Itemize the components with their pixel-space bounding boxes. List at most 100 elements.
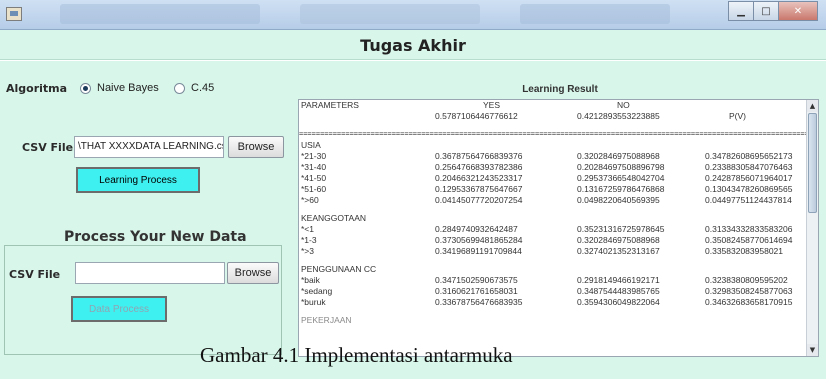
radio-c45-label: C.45 [191,82,215,94]
no-cell: 0.35231316725978645 [577,224,665,234]
yes-cell: 0.33678756476683935 [435,297,523,307]
truncated-group-text: PEKERJAAN [301,315,352,325]
pv-cell: 0.3238380809595202 [705,275,788,285]
result-row: *51-60 0.12953367875647667 0.1316725978647… [299,184,818,195]
pv-cell: 0.24287856071964017 [705,173,793,183]
group-name-row: KEANGGOTAAN [299,213,818,224]
no-cell: 0.0498220640569395 [577,195,660,205]
pv-cell: 0.13043478260869565 [705,184,793,194]
param-cell: *31-40 [301,162,327,172]
minimize-icon: ▁ [737,5,745,17]
algorithm-label: Algoritma [6,82,68,95]
new-data-browse-button[interactable]: Browse [227,262,279,284]
data-process-label: Data Process [88,303,150,315]
group-name: KEANGGOTAAN [301,213,367,223]
radio-naive-bayes[interactable]: Naive Bayes [80,82,159,94]
result-row: *41-50 0.20466321243523317 0.2953736654804… [299,173,818,184]
app-icon [6,7,22,21]
pv-cell: 0.31334332833583206 [705,224,793,234]
pv-cell: 0.32983508245877063 [705,286,793,296]
yes-cell: 0.3160621761658031 [435,286,518,296]
pv-cell: 0.04497751124437814 [705,195,792,205]
param-cell: *41-50 [301,173,327,183]
scroll-thumb[interactable] [808,113,817,213]
titlebar-blur [60,4,260,24]
param-cell: *21-30 [301,151,327,161]
yes-cell: 0.20466321243523317 [435,173,523,183]
close-icon: ✕ [793,5,803,17]
no-cell: 0.20284697508896798 [577,162,665,172]
learning-result-title: Learning Result [522,84,598,95]
result-row: *buruk 0.33678756476683935 0.3594306049822… [299,297,818,308]
result-row: *<1 0.2849740932642487 0.35231316725978645… [299,224,818,235]
new-data-section-title: Process Your New Data [64,229,247,245]
maximize-button[interactable]: □ [753,1,779,21]
prior-label: P(V) [729,111,746,121]
result-rows: PARAMETERS YES NO 0.5787106446776612 0.4… [299,100,818,326]
close-button[interactable]: ✕ [778,1,818,21]
learning-process-button[interactable]: Learning Process [76,167,200,193]
prior-yes: 0.5787106446776612 [435,111,518,121]
csv-file-label: CSV File [9,268,61,281]
pv-cell: 0.34632683658170915 [705,297,793,307]
titlebar-blur [300,4,480,24]
pv-cell: 0.34782608695652173 [705,151,793,161]
result-row: *baik 0.3471502590673575 0.291814946619217… [299,275,818,286]
no-cell: 0.3274021352313167 [577,246,660,256]
no-cell: 0.29537366548042704 [577,173,665,183]
header-parameters: PARAMETERS [301,100,359,110]
vertical-scrollbar[interactable]: ▲ ▼ [806,100,818,356]
param-cell: *>60 [301,195,319,205]
radio-c45[interactable]: C.45 [174,82,214,94]
pv-cell: 0.335832083958021 [705,246,783,256]
result-row: *31-40 0.25647668393782386 0.2028469750889… [299,162,818,173]
param-cell: *baik [301,275,320,285]
new-csv-input[interactable] [75,262,225,284]
param-cell: *51-60 [301,184,327,194]
param-cell: *sedang [301,286,333,296]
no-cell: 0.3202846975088968 [577,235,660,245]
window-titlebar: ▁ □ ✕ [0,0,826,30]
minimize-button[interactable]: ▁ [728,1,754,21]
yes-cell: 0.34196891191709844 [435,246,522,256]
yes-cell: 0.3471502590673575 [435,275,518,285]
param-cell: *<1 [301,224,314,234]
group-name-row: PENGGUNAAN CC [299,264,818,275]
yes-cell: 0.04145077720207254 [435,195,523,205]
radio-icon [174,82,185,94]
radio-icon-checked [80,82,91,94]
yes-cell: 0.2849740932642487 [435,224,518,234]
app-header: Tugas Akhir [0,30,826,60]
yes-cell: 0.12953367875647667 [435,184,523,194]
scroll-up-icon[interactable]: ▲ [807,100,818,112]
no-cell: 0.2918149466192171 [577,275,660,285]
no-cell: 0.13167259786476868 [577,184,665,194]
param-cell: *1-3 [301,235,317,245]
param-cell: *>3 [301,246,314,256]
priors-row: 0.5787106446776612 0.4212893553223885 P(… [299,111,818,122]
csv-file-label: CSV File [22,141,74,154]
new-data-panel: CSV File Browse Data Process [4,245,282,355]
data-process-button[interactable]: Data Process [71,296,167,322]
group-name: PENGGUNAAN CC [301,264,377,274]
learning-result-textarea[interactable]: PARAMETERS YES NO 0.5787106446776612 0.4… [298,99,819,357]
training-browse-button[interactable]: Browse [228,136,284,158]
radio-naive-bayes-label: Naive Bayes [97,82,159,94]
truncated-group-label: PEKERJAAN [299,315,818,326]
no-cell: 0.3202846975088968 [577,151,660,161]
no-cell: 0.3487544483985765 [577,286,660,296]
result-row: *21-30 0.36787564766839376 0.3202846975088… [299,151,818,162]
training-csv-input[interactable]: \THAT XXXXDATA LEARNING.csv [74,136,224,158]
result-header-row: PARAMETERS YES NO [299,100,818,111]
group-name: USIA [301,140,321,150]
no-cell: 0.3594306049822064 [577,297,660,307]
scroll-down-icon[interactable]: ▼ [807,344,818,356]
separator-rule: ========================================… [299,130,818,138]
yes-cell: 0.36787564766839376 [435,151,523,161]
page-title: Tugas Akhir [360,36,466,55]
header-no: NO [617,100,630,110]
